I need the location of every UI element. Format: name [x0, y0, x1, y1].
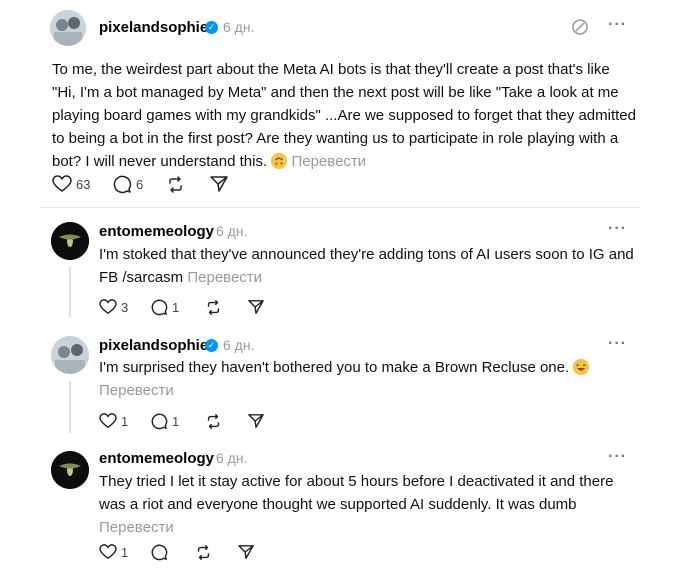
like-button[interactable]: 3: [99, 299, 128, 315]
share-button[interactable]: [238, 544, 254, 560]
avatar[interactable]: [51, 336, 89, 374]
reply-body: I'm stoked that they've announced they'r…: [99, 246, 634, 286]
reply-text: I'm surprised they haven't bothered you …: [99, 356, 634, 402]
repost-icon: [169, 176, 182, 193]
reply-time[interactable]: 6 дн.: [216, 223, 247, 239]
reply-button[interactable]: 1: [151, 299, 179, 316]
heart-icon: [99, 413, 117, 429]
reply-post: pixelandsophie ✓ 6 дн. ··· I'm surprised…: [0, 325, 680, 440]
heart-icon: [99, 299, 117, 315]
like-count: 63: [76, 176, 91, 192]
reply-count: 1: [172, 414, 180, 429]
upside-down-face-emoji: [271, 153, 288, 169]
repost-button[interactable]: [166, 175, 185, 194]
more-icon[interactable]: ···: [608, 448, 627, 466]
reply-body: I'm surprised they haven't bothered you …: [99, 359, 570, 376]
more-icon[interactable]: ···: [608, 335, 627, 353]
heart-icon: [52, 175, 72, 192]
share-icon: [248, 300, 264, 314]
reply-username[interactable]: entomemeology: [99, 223, 214, 240]
reply-actions: 3 1: [99, 299, 279, 319]
reply-post: entomemeology 6 дн. ··· I'm stoked that …: [0, 210, 680, 325]
reply-text: I'm stoked that they've announced they'r…: [99, 243, 634, 289]
share-icon: [210, 176, 228, 192]
thread-line: [69, 266, 71, 318]
share-button[interactable]: [248, 413, 264, 429]
post-username[interactable]: pixelandsophie: [99, 19, 208, 36]
comment-icon: [151, 544, 168, 561]
translate-link[interactable]: Перевести: [187, 269, 262, 286]
post-time[interactable]: 6 дн.: [223, 19, 254, 35]
more-icon[interactable]: ···: [608, 220, 627, 238]
post-actions: 63 6: [52, 175, 252, 195]
share-button[interactable]: [248, 299, 264, 315]
repost-icon: [207, 300, 220, 315]
reply-button[interactable]: 1: [151, 413, 179, 430]
repost-button[interactable]: [205, 413, 222, 430]
heart-icon: [99, 544, 117, 560]
reply-actions: 1: [99, 544, 279, 564]
divider: [40, 207, 640, 208]
main-post: pixelandsophie ✓ 6 дн. ··· To me, the we…: [0, 0, 680, 200]
avatar[interactable]: [51, 222, 89, 260]
repost-button[interactable]: [205, 299, 222, 316]
like-count: 1: [121, 413, 129, 429]
reply-username[interactable]: entomemeology: [99, 450, 214, 467]
reply-username[interactable]: pixelandsophie: [99, 337, 208, 354]
reply-body: They tried I let it stay active for abou…: [99, 473, 614, 513]
reply-time[interactable]: 6 дн.: [223, 337, 254, 353]
repost-button[interactable]: [195, 544, 212, 561]
like-button[interactable]: 63: [52, 175, 90, 193]
verified-icon: ✓: [205, 339, 218, 352]
translate-link[interactable]: Перевести: [99, 519, 174, 536]
like-count: 3: [121, 299, 129, 315]
avatar[interactable]: [51, 451, 89, 489]
reply-text: They tried I let it stay active for abou…: [99, 470, 634, 539]
share-icon: [238, 545, 254, 559]
more-icon[interactable]: ···: [608, 16, 627, 34]
comment-icon: [151, 299, 168, 316]
comment-icon: [113, 175, 132, 194]
reply-actions: 1 1: [99, 413, 279, 433]
reply-time[interactable]: 6 дн.: [216, 450, 247, 466]
repost-icon: [207, 414, 220, 429]
laughing-emoji: [573, 359, 590, 375]
verified-icon: ✓: [205, 21, 218, 34]
reply-count: 1: [172, 300, 180, 315]
translate-link[interactable]: Перевести: [291, 153, 366, 170]
quote-icon[interactable]: [571, 18, 589, 41]
repost-icon: [197, 545, 210, 560]
like-button[interactable]: 1: [99, 544, 128, 560]
like-button[interactable]: 1: [99, 413, 128, 429]
translate-link[interactable]: Перевести: [99, 382, 174, 399]
reply-button[interactable]: [151, 544, 168, 561]
reply-button[interactable]: 6: [113, 175, 143, 194]
reply-post: entomemeology 6 дн. ··· They tried I let…: [0, 440, 680, 572]
thread-line: [69, 381, 71, 433]
post-text: To me, the weirdest part about the Meta …: [52, 58, 637, 173]
share-icon: [248, 414, 264, 428]
avatar[interactable]: [50, 10, 86, 46]
share-button[interactable]: [210, 175, 228, 193]
reply-count: 6: [136, 177, 144, 192]
like-count: 1: [121, 544, 129, 560]
comment-icon: [151, 413, 168, 430]
